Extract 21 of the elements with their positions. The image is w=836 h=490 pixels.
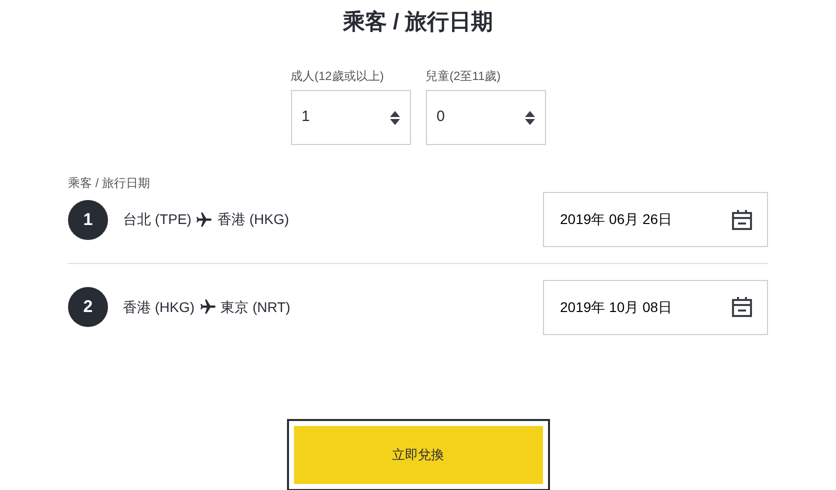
destination-text: 香港 (HKG): [217, 210, 290, 229]
page-title: 乘客 / 旅行日期: [342, 8, 494, 36]
step-number: 1: [68, 200, 108, 240]
calendar-icon: [731, 296, 753, 318]
sort-arrows-icon: [524, 110, 534, 124]
count-select[interactable]: 0: [426, 90, 546, 145]
step-number: 2: [68, 287, 108, 327]
field-label: 成人(12歲或以上): [290, 68, 385, 84]
date-field[interactable]: 2019年 06月 26日: [543, 192, 768, 247]
field-label: 兒童(2至11歲): [426, 68, 502, 84]
section-label: 乘客 / 旅行日期: [68, 175, 152, 191]
origin-text: 香港 (HKG): [123, 298, 195, 317]
origin-text: 台北 (TPE): [123, 210, 192, 229]
redeem-button[interactable]: 立即兌換: [294, 426, 542, 484]
airplane-icon: [195, 210, 214, 228]
destination-text: 東京 (NRT): [220, 298, 290, 317]
date-field[interactable]: 2019年 10月 08日: [543, 280, 768, 334]
sort-arrows-icon: [390, 110, 400, 124]
airplane-icon: [198, 298, 217, 316]
count-select[interactable]: 1: [290, 90, 410, 145]
calendar-icon: [731, 208, 753, 230]
